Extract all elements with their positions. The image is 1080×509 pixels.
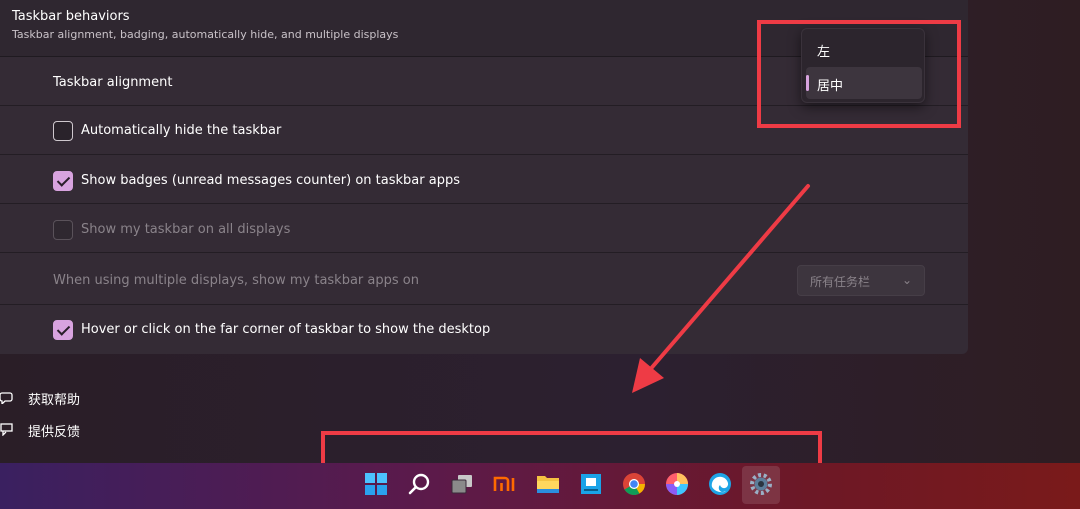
photos-icon[interactable] bbox=[664, 471, 690, 497]
annotation-arrow bbox=[632, 184, 810, 393]
file-explorer-icon[interactable] bbox=[535, 471, 561, 497]
task-view-icon[interactable] bbox=[449, 471, 475, 497]
feedback-link[interactable]: 提供反馈 bbox=[0, 420, 100, 440]
settings-gear-icon[interactable] bbox=[748, 471, 774, 497]
feedback-text: 提供反馈 bbox=[28, 425, 81, 440]
search-icon[interactable] bbox=[406, 471, 432, 497]
edge-icon[interactable] bbox=[707, 471, 733, 497]
windows-start-icon[interactable] bbox=[363, 471, 389, 497]
feedback-icon bbox=[0, 423, 13, 436]
store-icon[interactable] bbox=[578, 471, 604, 497]
mi-icon[interactable] bbox=[492, 471, 518, 497]
chrome-icon[interactable] bbox=[621, 471, 647, 497]
get-help-text: 获取帮助 bbox=[28, 393, 81, 408]
help-icon bbox=[0, 392, 13, 404]
get-help-link[interactable]: 获取帮助 bbox=[0, 388, 100, 408]
